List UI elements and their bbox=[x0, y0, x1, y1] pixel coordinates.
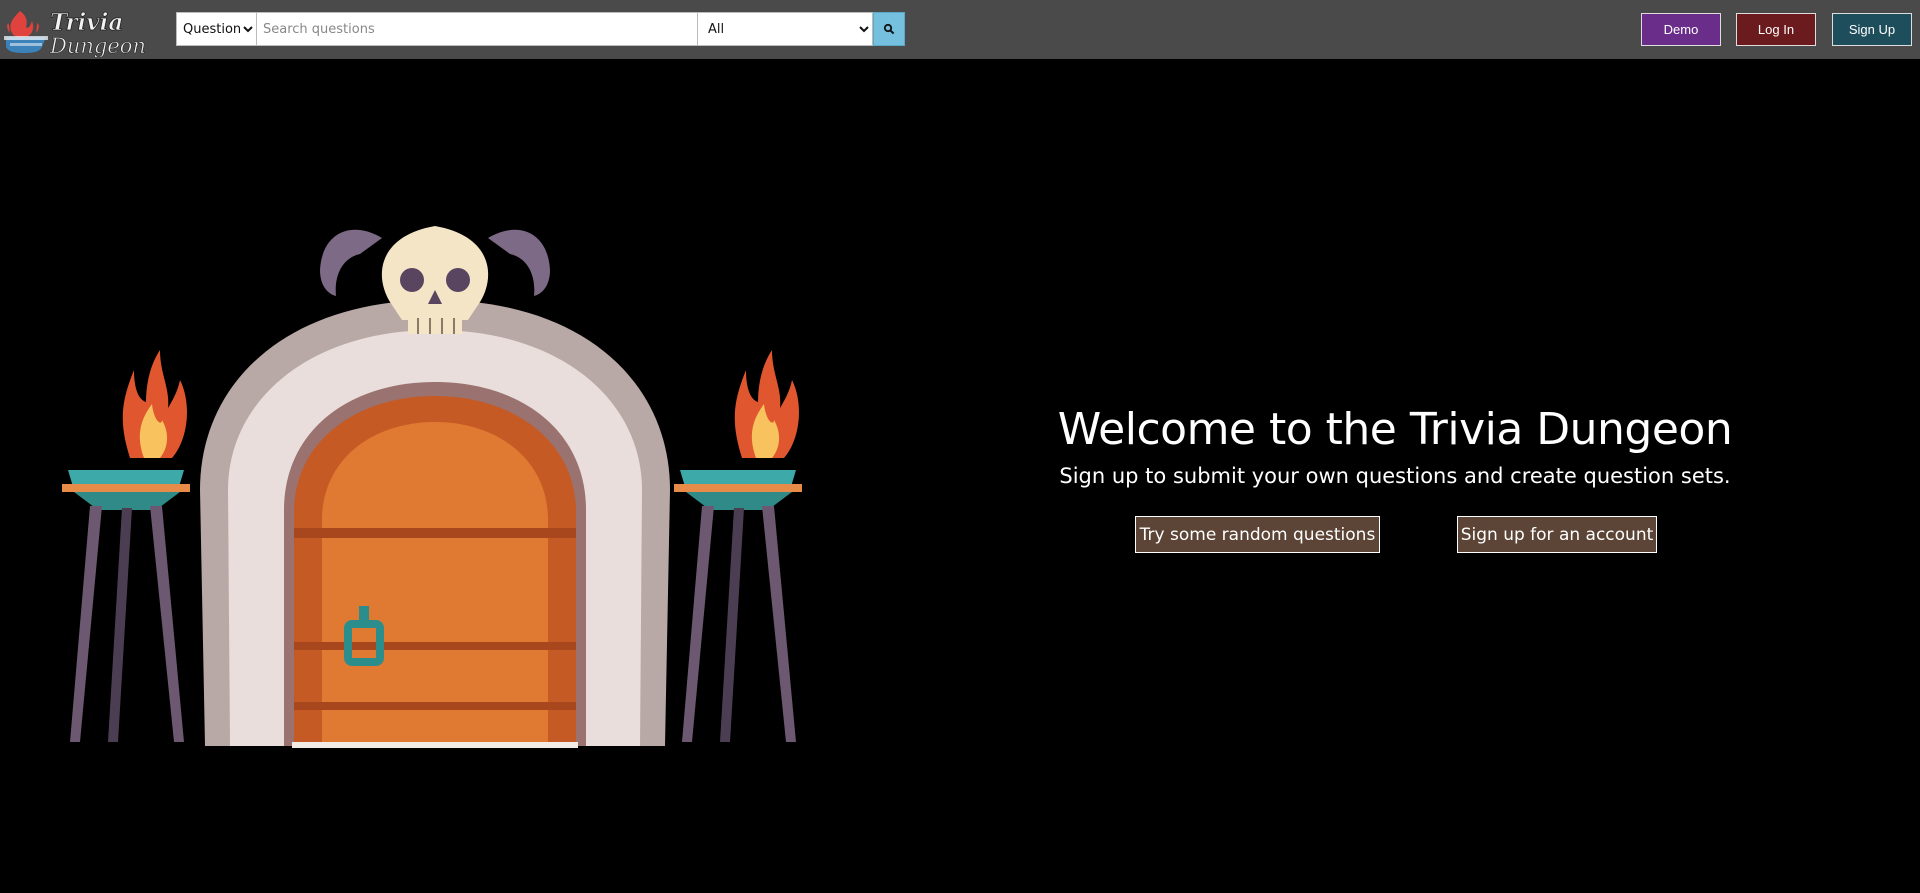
search-input[interactable] bbox=[257, 12, 698, 46]
logo-text-dungeon: Dungeon bbox=[49, 34, 146, 57]
category-select[interactable]: All bbox=[698, 12, 873, 46]
trivia-dungeon-logo[interactable]: Trivia Dungeon bbox=[2, 3, 162, 57]
search-type-select[interactable]: Questions bbox=[176, 12, 257, 46]
logo-text-trivia: Trivia bbox=[50, 9, 123, 36]
dungeon-door-illustration bbox=[62, 226, 802, 748]
wooden-door bbox=[292, 396, 578, 748]
signup-button[interactable]: Sign Up bbox=[1832, 13, 1912, 46]
login-button[interactable]: Log In bbox=[1736, 13, 1816, 46]
logo-flame-icon bbox=[4, 11, 48, 53]
left-torch-icon bbox=[62, 350, 190, 742]
hero-subtitle: Sign up to submit your own questions and… bbox=[1059, 464, 1731, 488]
top-navbar: Trivia Dungeon Questions All Demo Log In… bbox=[0, 0, 1920, 59]
right-torch-icon bbox=[674, 350, 802, 742]
search-button[interactable] bbox=[873, 12, 905, 46]
hero-section: Welcome to the Trivia Dungeon Sign up to… bbox=[1030, 400, 1760, 492]
search-icon bbox=[883, 23, 895, 35]
search-bar: Questions All bbox=[176, 12, 905, 46]
random-questions-button[interactable]: Try some random questions bbox=[1135, 516, 1380, 553]
hero-title: Welcome to the Trivia Dungeon bbox=[1057, 404, 1733, 455]
signup-account-button[interactable]: Sign up for an account bbox=[1457, 516, 1657, 553]
demo-button[interactable]: Demo bbox=[1641, 13, 1721, 46]
